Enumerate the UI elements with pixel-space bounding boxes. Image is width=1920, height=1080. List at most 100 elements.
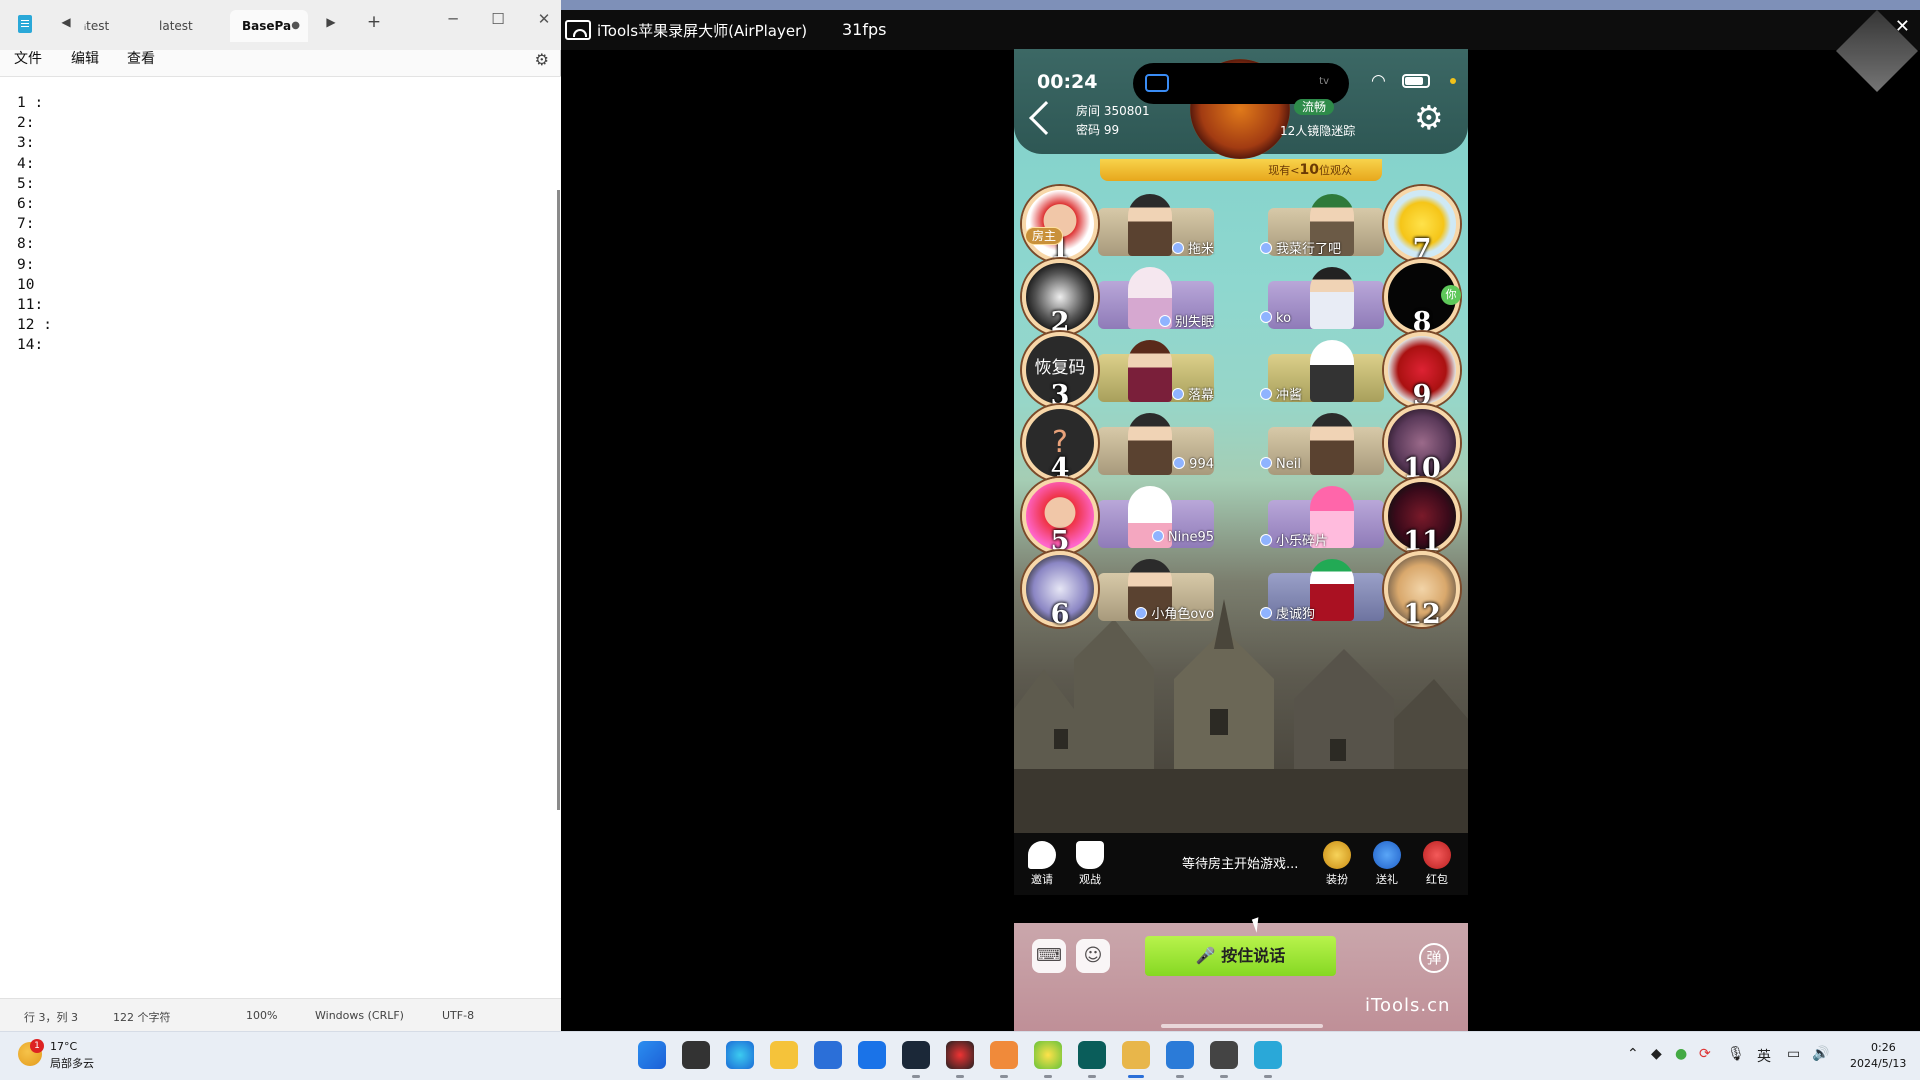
viewers-count: 10 (1299, 162, 1319, 178)
editor-line[interactable]: 8: (17, 234, 52, 254)
game-client-icon[interactable] (946, 1041, 974, 1078)
tab-latest[interactable]: latest (147, 10, 229, 42)
seat-2[interactable]: 2 别失眠 (1022, 259, 1228, 339)
seat-9[interactable]: 9 冲酱 (1254, 332, 1460, 412)
redpacket-button[interactable]: 红包 (1419, 841, 1455, 887)
character-figure (1310, 559, 1354, 621)
editor-line[interactable]: 1 : (17, 93, 52, 113)
background-strip (561, 0, 1920, 10)
network-icon[interactable]: ▭ (1787, 1046, 1800, 1062)
encoding[interactable]: UTF-8 (442, 1009, 474, 1022)
volume-icon[interactable]: 🔊 (1812, 1046, 1829, 1062)
editor-line[interactable]: 10 (17, 275, 52, 295)
new-tab-button[interactable]: + (365, 12, 383, 32)
editor-line[interactable]: 3: (17, 133, 52, 153)
settings-gear-icon[interactable]: ⚙ (1414, 101, 1444, 134)
seat-6[interactable]: 6 小角色ovo (1022, 551, 1228, 631)
menu-view[interactable]: 查看 (127, 50, 155, 68)
tray-overflow-icon[interactable]: ⌃ (1627, 1046, 1639, 1062)
vertical-scrollbar[interactable] (557, 190, 560, 810)
steam-icon[interactable] (902, 1041, 930, 1078)
seat-12[interactable]: 12 虔诚狗 (1254, 551, 1460, 631)
game-icon[interactable] (1122, 1041, 1150, 1078)
clock-time[interactable]: 0:26 (1871, 1041, 1896, 1054)
tray-app-icon[interactable]: ◆ (1651, 1046, 1662, 1062)
player-name: 我菜行了吧 (1256, 238, 1341, 257)
close-button[interactable]: ✕ (530, 10, 558, 28)
menu-file[interactable]: 文件 (14, 50, 42, 68)
editor-line[interactable]: 6: (17, 194, 52, 214)
text-editor[interactable]: 1 :2: 3: 4: 5: 6: 7: 8: 9: 10 11: 12 :14: (0, 76, 561, 998)
tab-scroll-right-icon[interactable]: ▶ (322, 15, 340, 29)
battery-icon (1402, 74, 1430, 88)
seat-1[interactable]: 1 拖米 (1022, 186, 1228, 266)
emoji-icon[interactable]: ☺ (1076, 939, 1110, 973)
viewers-prefix: 现有< (1268, 164, 1300, 177)
seat-11[interactable]: 11 小乐碎片 (1254, 478, 1460, 558)
character-figure (1310, 340, 1354, 402)
mail-icon[interactable] (858, 1041, 886, 1069)
zoom-level[interactable]: 100% (246, 1009, 277, 1022)
clock-date[interactable]: 2024/5/13 (1850, 1057, 1906, 1070)
start-button[interactable] (638, 1041, 666, 1069)
tab-basepage[interactable]: BasePa ● (230, 10, 308, 42)
editor-line[interactable]: 14: (17, 335, 52, 355)
menu-edit[interactable]: 编辑 (71, 50, 99, 68)
itools-watermark: iTools.cn (1365, 995, 1451, 1016)
invite-button[interactable]: 邀请 (1024, 841, 1060, 887)
line-ending[interactable]: Windows (CRLF) (315, 1009, 404, 1022)
itools-icon[interactable] (1166, 1041, 1194, 1078)
minimize-button[interactable]: ─ (439, 10, 467, 28)
dress-button[interactable]: 装扮 (1319, 841, 1355, 887)
ime-indicator[interactable]: 英 (1757, 1046, 1771, 1066)
tab-label: ᵢtest (84, 19, 110, 33)
microphone-icon[interactable]: 🎙 (1727, 1046, 1745, 1062)
watch-button[interactable]: 观战 (1072, 841, 1108, 887)
editor-line[interactable]: 9: (17, 255, 52, 275)
player-name: 小乐碎片 (1256, 530, 1328, 549)
unsaved-dot-icon[interactable]: ● (291, 10, 300, 42)
tab-test[interactable]: ᵢtest (72, 10, 148, 42)
tray-app-icon[interactable]: ● (1675, 1046, 1687, 1062)
settings-gear-icon[interactable]: ⚙ (535, 50, 549, 69)
seat-4[interactable]: 4 994 (1022, 405, 1228, 485)
seat-3[interactable]: 恢复码 3 落幕 (1022, 332, 1228, 412)
tray-sync-icon[interactable]: ⟳ (1699, 1046, 1711, 1062)
airplayer-title: iTools苹果录屏大师(AirPlayer) (597, 22, 808, 40)
editor-line[interactable]: 2: (17, 113, 52, 133)
weather-badge: 1 (30, 1039, 44, 1053)
editor-lines[interactable]: 1 :2: 3: 4: 5: 6: 7: 8: 9: 10 11: 12 :14: (17, 93, 52, 356)
seat-7[interactable]: 7 我菜行了吧 (1254, 186, 1460, 266)
maximize-button[interactable]: ☐ (484, 10, 512, 28)
seat-5[interactable]: 5 Nine95 (1022, 478, 1228, 558)
seat-number: 6 (1050, 599, 1070, 630)
gift-button[interactable]: 送礼 (1369, 841, 1405, 887)
edge-browser-icon[interactable] (726, 1041, 754, 1069)
appletv-icon: tv (1319, 76, 1329, 87)
task-view-icon[interactable] (682, 1041, 710, 1069)
weather-temperature[interactable]: 17°C (50, 1040, 77, 1053)
editor-line[interactable]: 11: (17, 295, 52, 315)
app-icon[interactable] (990, 1041, 1018, 1078)
seat-10[interactable]: 10 Neil (1254, 405, 1460, 485)
player-name: 小角色ovo (1131, 603, 1214, 622)
voice-input-bar: ⌨ ☺ 🎤 按住说话 弹 iTools.cn (1014, 923, 1468, 1032)
app-icon[interactable] (1078, 1041, 1106, 1078)
push-to-talk-button[interactable]: 🎤 按住说话 (1145, 936, 1336, 976)
file-explorer-icon[interactable] (770, 1041, 798, 1069)
viewers-banner[interactable]: 现有<10位观众 (1100, 159, 1382, 181)
seat-8[interactable]: 8 ko (1254, 259, 1460, 339)
weather-description[interactable]: 局部多云 (50, 1055, 94, 1071)
ms-store-icon[interactable] (814, 1041, 842, 1069)
keyboard-icon[interactable]: ⌨ (1032, 939, 1066, 973)
host-badge: 房主 (1025, 227, 1064, 245)
airplayer-icon[interactable] (1210, 1041, 1238, 1078)
app-icon[interactable] (1034, 1041, 1062, 1078)
notepad-icon[interactable] (1254, 1041, 1282, 1078)
dynamic-island: tv (1133, 63, 1349, 104)
editor-line[interactable]: 4: (17, 154, 52, 174)
danmu-toggle-button[interactable]: 弹 (1419, 943, 1449, 973)
editor-line[interactable]: 5: (17, 174, 52, 194)
editor-line[interactable]: 12 : (17, 315, 52, 335)
editor-line[interactable]: 7: (17, 214, 52, 234)
